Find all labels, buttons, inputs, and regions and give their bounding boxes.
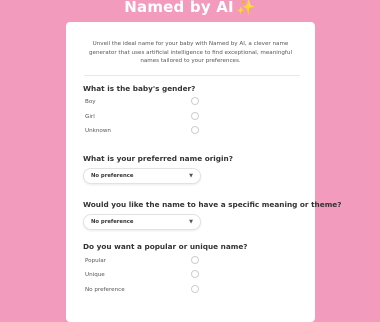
sparkles-icon: ✨ bbox=[236, 0, 256, 16]
radio-unknown[interactable] bbox=[191, 126, 199, 134]
origin-select[interactable]: No preference ▼ bbox=[83, 168, 201, 184]
option-popular-label: Popular bbox=[85, 258, 106, 264]
meaning-select[interactable]: No preference ▼ bbox=[83, 214, 201, 230]
option-girl-label: Girl bbox=[85, 114, 95, 120]
form-card: Unveil the ideal name for your baby with… bbox=[66, 22, 341, 322]
option-boy-label: Boy bbox=[85, 99, 96, 105]
app-title: Named by AI ✨ bbox=[0, 0, 380, 16]
app-title-text: Named by AI bbox=[124, 0, 234, 16]
radio-unique[interactable] bbox=[191, 270, 199, 278]
option-unknown-label: Unknown bbox=[85, 128, 111, 134]
question-meaning: Would you like the name to have a specif… bbox=[83, 200, 342, 209]
chevron-down-icon: ▼ bbox=[189, 219, 193, 225]
divider bbox=[84, 75, 300, 76]
option-unique-label: Unique bbox=[85, 272, 105, 278]
radio-popular[interactable] bbox=[191, 256, 199, 264]
meaning-select-value: No preference bbox=[91, 219, 134, 225]
chevron-down-icon: ▼ bbox=[189, 173, 193, 179]
question-popularity: Do you want a popular or unique name? bbox=[83, 242, 248, 251]
origin-select-value: No preference bbox=[91, 173, 134, 179]
radio-boy[interactable] bbox=[191, 97, 199, 105]
question-origin: What is your preferred name origin? bbox=[83, 154, 233, 163]
radio-no-preference[interactable] bbox=[191, 285, 199, 293]
option-no-preference-label: No preference bbox=[85, 287, 125, 293]
intro-text: Unveil the ideal name for your baby with… bbox=[89, 41, 292, 65]
question-gender: What is the baby's gender? bbox=[83, 84, 196, 93]
radio-girl[interactable] bbox=[191, 112, 199, 120]
